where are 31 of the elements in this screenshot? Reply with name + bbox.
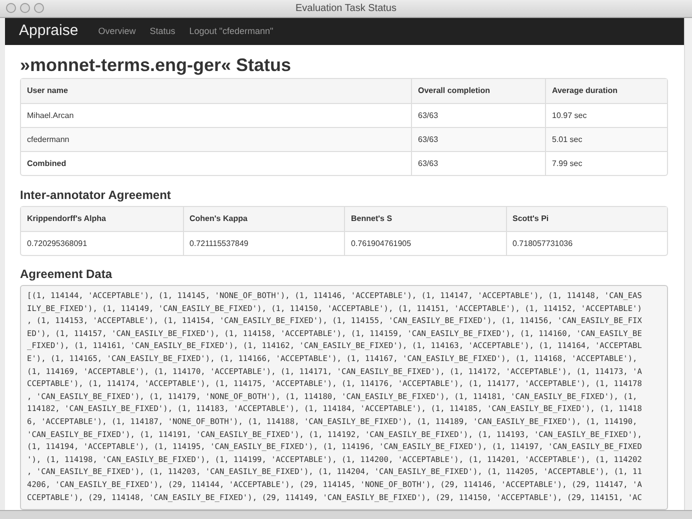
brand[interactable]: Appraise	[19, 20, 78, 43]
window-title: Evaluation Task Status	[296, 2, 396, 16]
close-icon[interactable]	[6, 3, 16, 13]
page-title: »monnet-terms.eng-ger« Status	[20, 54, 292, 76]
column-header: Cohen's Kappa	[182, 207, 344, 231]
table-cell: 10.97 sec	[545, 103, 667, 127]
column-header: Krippendorff's Alpha	[26, 213, 107, 225]
column-header: Overall completion	[411, 79, 545, 103]
table-cell: Mihael.Arcan	[21, 103, 411, 127]
column-header: Average duration	[545, 79, 667, 103]
table-cell: cfedermann	[21, 127, 411, 151]
nav-link[interactable]: Status	[150, 24, 176, 38]
table-cell: 63/63	[411, 151, 545, 175]
table-cell: Combined	[21, 151, 411, 175]
table-cell: 7.99 sec	[545, 151, 667, 175]
section-title: Inter-annotator Agreement	[20, 187, 172, 204]
section-title: Agreement Data	[20, 266, 114, 283]
table-cell: 0.761904761905	[344, 231, 506, 255]
zoom-icon[interactable]	[34, 3, 44, 13]
table-cell: 63/63	[411, 127, 545, 151]
nav-link[interactable]: Overview	[98, 24, 136, 38]
column-header: Bennet's S	[344, 207, 506, 231]
table-cell: 0.721115537849	[182, 231, 344, 255]
minimize-icon[interactable]	[20, 3, 30, 13]
nav-link[interactable]: Logout "cfedermann"	[189, 24, 274, 38]
column-header: Scott's Pi	[506, 207, 667, 231]
table-cell: 0.720295368091	[21, 231, 182, 255]
table-cell: 0.718057731036	[506, 231, 667, 255]
table-cell: 63/63	[411, 103, 545, 127]
table-cell: 5.01 sec	[545, 127, 667, 151]
column-header: User name	[26, 85, 69, 97]
